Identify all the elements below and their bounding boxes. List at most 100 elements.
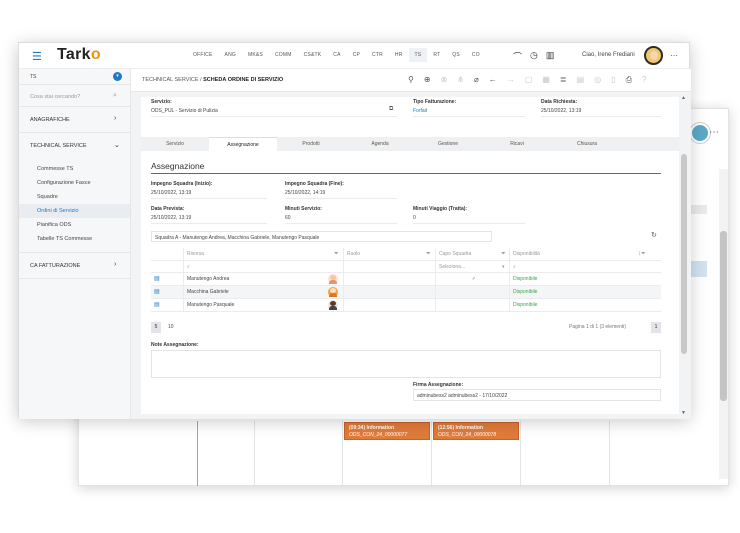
row-detail-icon[interactable]: ▤	[151, 299, 183, 311]
tab-prodotti[interactable]: Prodotti	[277, 137, 345, 151]
sidebar-item-commesse-ts[interactable]: Commesse TS	[19, 162, 130, 176]
print-icon[interactable]: ⎙	[626, 75, 632, 85]
table-row[interactable]: ▤ Macchina Gabriele Disponibile	[151, 286, 661, 299]
sidebar-item-tabelle-ts-commesse[interactable]: Tabelle TS Commesse	[19, 232, 130, 246]
minuti-viaggio-field[interactable]: 0	[413, 212, 525, 224]
attachment-icon[interactable]: ⌀	[474, 75, 479, 85]
grid-icon[interactable]: ▦	[542, 75, 550, 85]
module-hr[interactable]: HR	[389, 52, 409, 62]
filter-icon[interactable]: ⏷	[501, 248, 506, 261]
hamburger-menu-icon[interactable]: ☰	[32, 50, 42, 63]
sidebar-item-ordini-di-servizio[interactable]: Ordini di Servizio	[19, 204, 130, 218]
sidebar-item-configurazione-fasce[interactable]: Configurazione Fasce	[19, 176, 130, 190]
refresh-icon[interactable]: ↻	[651, 231, 657, 239]
tab-servizio[interactable]: Servizio	[141, 137, 209, 151]
capo-squadra-check[interactable]	[435, 286, 509, 298]
settings-icon[interactable]: ◎	[594, 75, 601, 85]
headset-icon[interactable]: ⌒	[513, 50, 522, 63]
filter-icon[interactable]: ⏷	[334, 248, 339, 261]
module-office[interactable]: OFFICE	[187, 52, 219, 62]
back-icon[interactable]: ←	[489, 75, 497, 85]
search-icon[interactable]: ⌕	[113, 92, 117, 100]
data-prevista-field[interactable]: 25/10/2022, 13:19	[151, 212, 267, 224]
row-detail-icon[interactable]: ▤	[151, 286, 183, 298]
filter-disponibilita-input[interactable]: ⌕	[509, 261, 661, 272]
note-assegnazione-textarea[interactable]	[151, 350, 661, 378]
sidebar-search[interactable]: Cosa stai cercando? ⌕	[19, 85, 130, 107]
module-qs[interactable]: QS	[446, 52, 466, 62]
impegno-fine-field[interactable]: 25/10/2022, 14:19	[285, 187, 397, 199]
cancel-icon[interactable]: ⊗	[441, 75, 448, 85]
sidebar-item-squadre[interactable]: Squadre	[19, 190, 130, 204]
module-cstk[interactable]: CS&TK	[298, 52, 328, 62]
calendar-event[interactable]: (09:34) Information ODS_CON_24_00000077	[344, 422, 430, 440]
capo-squadra-check[interactable]: ✓	[435, 273, 509, 285]
sidebar-collapse-icon[interactable]: ▾	[113, 72, 122, 81]
filter-risorsa-input[interactable]: ⌕	[183, 261, 343, 272]
sidebar-section-anagrafiche[interactable]: ANAGRAFICHE ›	[19, 107, 130, 133]
module-rt[interactable]: RT	[427, 52, 446, 62]
book-icon[interactable]: ▥	[546, 50, 555, 63]
scroll-up-icon[interactable]: ▲	[681, 95, 686, 101]
more-options-icon[interactable]: ⋯	[670, 51, 678, 60]
module-mks[interactable]: MK&S	[242, 52, 269, 62]
tab-gestione[interactable]: Gestione	[415, 137, 481, 151]
module-ts[interactable]: TS	[408, 48, 428, 62]
current-page-button[interactable]: 1	[651, 322, 661, 333]
impegno-inizio-field[interactable]: 25/10/2022, 13:19	[151, 187, 267, 199]
forward-icon[interactable]: →	[507, 75, 515, 85]
save-icon[interactable]: ▢	[525, 75, 533, 85]
capo-squadra-check[interactable]	[435, 299, 509, 311]
help-icon[interactable]: ?	[642, 75, 646, 85]
breadcrumb-path[interactable]: TECHNICAL SERVICE /	[142, 77, 202, 83]
squadra-select[interactable]: Squadra A - Manutengo Andrea, Macchina G…	[151, 231, 492, 242]
app-logo[interactable]: Tarko	[57, 46, 101, 64]
sidebar-search-input[interactable]: Cosa stai cercando?	[30, 94, 80, 100]
background-scrollbar[interactable]	[719, 169, 728, 479]
servizio-field[interactable]: ODS_PUL - Servizio di Pulizia	[151, 105, 397, 117]
filter-ruolo-input[interactable]	[343, 261, 435, 272]
grid-header-risorsa[interactable]: Risorsa	[183, 248, 343, 260]
page-size-option[interactable]: 10	[168, 324, 174, 330]
background-scroll-thumb[interactable]	[720, 231, 727, 401]
sort-icon[interactable]: ↕⏷	[638, 248, 646, 261]
page-size-button[interactable]: 5	[151, 322, 161, 333]
table-row[interactable]: ▤ Manutengo Pasquale Disponibile	[151, 299, 661, 312]
assign-icon[interactable]: ⚲	[408, 75, 414, 85]
tipo-fatturazione-field[interactable]: Forfait	[413, 105, 525, 117]
tab-chiusura[interactable]: Chiusura	[553, 137, 621, 151]
module-cp[interactable]: CP	[347, 52, 366, 62]
firma-assegnazione-field[interactable]: adminubess2 adminubess2 - 17/10/2022	[413, 389, 661, 401]
user-avatar[interactable]	[644, 46, 663, 65]
row-detail-icon[interactable]: ▤	[151, 273, 183, 285]
module-ctr[interactable]: CTR	[366, 52, 389, 62]
filter-capo-select[interactable]: Seleziona... ▾	[435, 261, 509, 272]
clock-icon[interactable]: ◷	[530, 50, 538, 63]
tab-ricavi[interactable]: Ricavi	[481, 137, 553, 151]
scroll-thumb[interactable]	[681, 154, 687, 354]
module-comm[interactable]: COMM	[269, 52, 298, 62]
module-ang[interactable]: ANG	[219, 52, 242, 62]
calendar-icon[interactable]: ▤	[577, 75, 585, 85]
sidebar-item-pianifica-ods[interactable]: Pianifica ODS	[19, 218, 130, 232]
table-row[interactable]: ▤ Manutengo Andrea ✓ Disponibile	[151, 273, 661, 286]
filter-icon[interactable]: ⏷	[426, 248, 431, 261]
data-richiesta-field[interactable]: 25/10/2022, 13:19	[541, 105, 661, 117]
grid-header-ruolo[interactable]: Ruolo	[343, 248, 435, 260]
external-link-icon[interactable]: ⧉	[389, 106, 393, 113]
tab-agenda[interactable]: Agenda	[345, 137, 415, 151]
content-scrollbar[interactable]: ▲ ▼	[680, 92, 688, 419]
minuti-servizio-field[interactable]: 60	[285, 212, 397, 224]
bookmark-icon[interactable]: ▯	[611, 75, 615, 85]
module-ca[interactable]: CA	[327, 52, 346, 62]
sidebar-section-ca-fatturazione[interactable]: CA FATTURAZIONE ›	[19, 253, 130, 279]
share-icon[interactable]: ⋔	[457, 75, 464, 85]
scroll-down-icon[interactable]: ▼	[681, 410, 686, 416]
calendar-event[interactable]: (12:56) Information ODS_CON_24_00000078	[433, 422, 519, 440]
tab-assegnazione[interactable]: Assegnazione	[209, 137, 277, 151]
list-icon[interactable]: ≣	[560, 75, 567, 85]
grid-header-capo-squadra[interactable]: Capo Squadra	[435, 248, 509, 260]
sidebar-section-technical-service[interactable]: TECHNICAL SERVICE ⌄	[19, 133, 130, 159]
add-icon[interactable]: ⊕	[424, 75, 431, 85]
module-co[interactable]: CO	[466, 52, 486, 62]
